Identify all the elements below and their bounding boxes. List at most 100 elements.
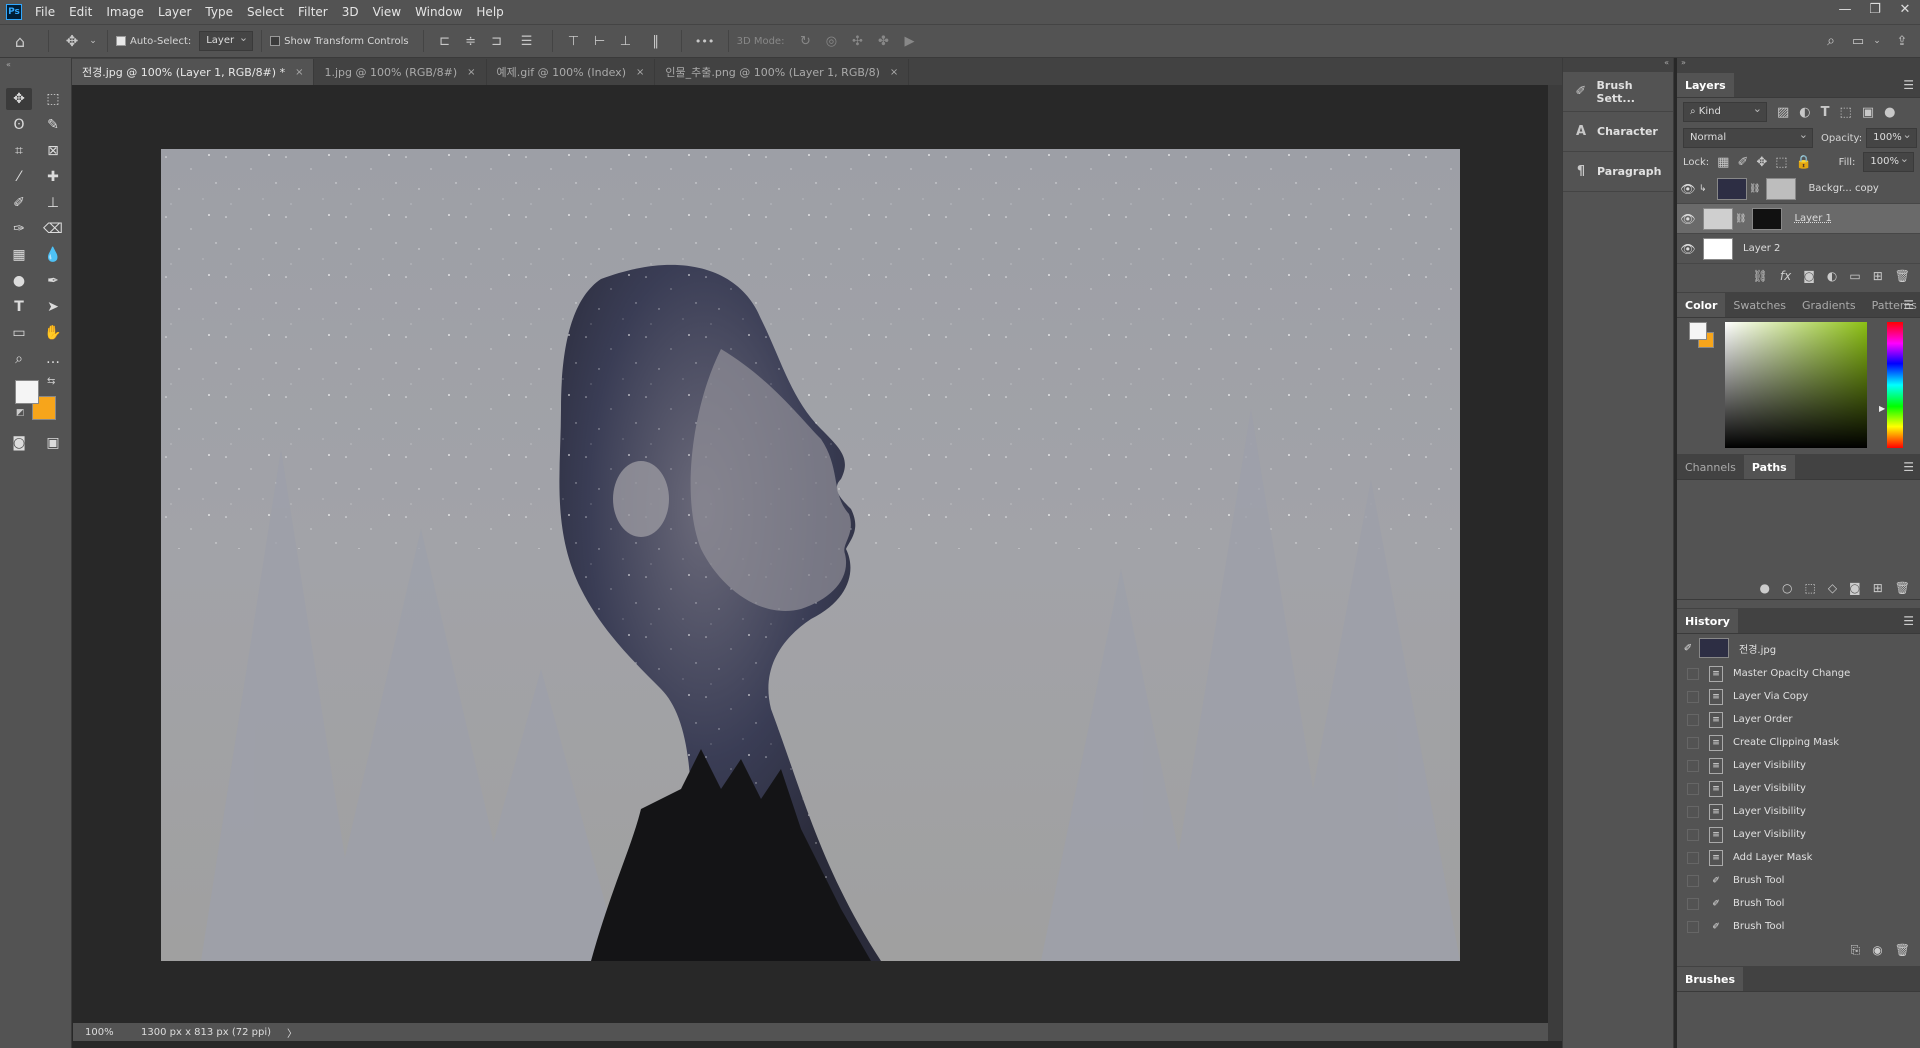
tab-brushes[interactable]: Brushes xyxy=(1677,967,1744,991)
layer-mask-thumbnail[interactable] xyxy=(1752,207,1783,230)
eye-icon[interactable]: 👁 xyxy=(1677,182,1699,196)
lock-position-icon[interactable]: ✥ xyxy=(1756,155,1767,170)
move-tool-preset-icon[interactable]: ✥ xyxy=(57,32,87,50)
history-source-box[interactable] xyxy=(1687,690,1699,703)
tab-gradients[interactable]: Gradients xyxy=(1794,293,1864,317)
new-group-icon[interactable]: ▭ xyxy=(1849,269,1860,283)
healing-brush-tool-icon[interactable]: ✚ xyxy=(40,166,66,188)
history-item[interactable]: ≡ Layer Visibility xyxy=(1677,800,1920,823)
edit-toolbar-icon[interactable]: … xyxy=(40,348,66,370)
quick-mask-icon[interactable]: ◙ xyxy=(6,432,32,454)
panel-menu-icon[interactable]: ☰ xyxy=(1903,298,1914,312)
menu-3d[interactable]: 3D xyxy=(335,5,366,19)
layer-row-selected[interactable]: 👁 ⛓ Layer 1 xyxy=(1677,204,1920,234)
blend-mode-dropdown[interactable]: Normal xyxy=(1683,126,1813,148)
align-right-icon[interactable]: ⊐ xyxy=(484,34,510,49)
fill-input[interactable]: 100% xyxy=(1863,150,1914,172)
auto-select-checkbox[interactable] xyxy=(116,36,126,46)
chevron-down-icon[interactable]: ⌄ xyxy=(87,36,99,46)
zoom-level[interactable]: 100% xyxy=(73,1027,133,1038)
history-source-box[interactable] xyxy=(1687,736,1699,749)
blur-tool-icon[interactable]: 💧 xyxy=(40,244,66,266)
eye-icon[interactable]: 👁 xyxy=(1677,212,1699,226)
align-bottom-icon[interactable]: ⊥ xyxy=(613,34,639,49)
delete-state-icon[interactable]: 🗑 xyxy=(1895,943,1910,957)
lock-all-icon[interactable]: 🔒 xyxy=(1796,155,1812,170)
history-item[interactable]: ✐ Brush Tool xyxy=(1677,869,1920,892)
history-source-box[interactable] xyxy=(1687,759,1699,772)
menu-select[interactable]: Select xyxy=(240,5,291,19)
history-item[interactable]: ✐ Brush Tool xyxy=(1677,915,1920,938)
history-item[interactable]: ≡ Layer Visibility xyxy=(1677,777,1920,800)
opacity-input[interactable]: 100% xyxy=(1866,126,1917,148)
align-left-icon[interactable]: ⊏ xyxy=(432,34,458,49)
hue-marker-icon[interactable]: ▶ xyxy=(1879,404,1885,413)
screen-mode-icon[interactable]: ▣ xyxy=(40,432,66,454)
history-snapshot[interactable]: ✐ 전경.jpg xyxy=(1677,634,1920,662)
layer-name[interactable]: Layer 1 xyxy=(1794,213,1831,224)
menu-layer[interactable]: Layer xyxy=(151,5,198,19)
link-layers-icon[interactable]: ⛓ xyxy=(1753,269,1768,283)
layer-name[interactable]: Backgr... copy xyxy=(1808,183,1878,194)
history-item[interactable]: ≡ Layer Order xyxy=(1677,708,1920,731)
show-transform-checkbox[interactable] xyxy=(270,36,281,46)
pen-tool-icon[interactable]: ✒ xyxy=(40,270,66,292)
restore-button[interactable]: ❐ xyxy=(1860,0,1890,20)
status-menu-arrow-icon[interactable]: 〉 xyxy=(287,1025,297,1040)
history-source-box[interactable] xyxy=(1687,713,1699,726)
layer-row[interactable]: 👁 Layer 2 xyxy=(1677,234,1920,264)
history-source-box[interactable] xyxy=(1687,920,1699,933)
menu-file[interactable]: File xyxy=(28,5,62,19)
auto-select-dropdown[interactable]: Layer xyxy=(199,29,254,51)
distribute-vertical-icon[interactable]: ‖ xyxy=(639,34,673,49)
panel-menu-icon[interactable]: ☰ xyxy=(1903,78,1914,92)
tab-layers[interactable]: Layers xyxy=(1677,73,1734,97)
adjustment-layer-icon[interactable]: ◐ xyxy=(1827,269,1837,283)
foreground-color-chip[interactable] xyxy=(1689,322,1707,340)
fill-path-icon[interactable]: ● xyxy=(1760,581,1770,595)
marquee-tool-icon[interactable]: ⬚ xyxy=(40,88,66,110)
more-options-icon[interactable]: ••• xyxy=(690,35,720,48)
close-icon[interactable]: × xyxy=(636,67,644,78)
rectangle-tool-icon[interactable]: ▭ xyxy=(6,322,32,344)
history-source-box[interactable] xyxy=(1687,782,1699,795)
filter-type-icon[interactable]: T xyxy=(1821,105,1830,120)
load-selection-icon[interactable]: ⬚ xyxy=(1804,581,1815,595)
layer-kind-dropdown[interactable]: ⌕ Kind xyxy=(1683,100,1767,122)
tab-document-2[interactable]: 1.jpg @ 100% (RGB/8#) × xyxy=(314,59,487,85)
eyedropper-tool-icon[interactable]: ⁄ xyxy=(6,166,32,188)
new-document-from-state-icon[interactable]: ⎘ xyxy=(1851,943,1861,958)
tab-paths[interactable]: Paths xyxy=(1743,455,1795,479)
document-canvas[interactable] xyxy=(161,149,1460,961)
gradient-tool-icon[interactable]: ▦ xyxy=(6,244,32,266)
new-layer-icon[interactable]: ⊞ xyxy=(1873,269,1883,283)
clone-stamp-tool-icon[interactable]: ⊥ xyxy=(40,192,66,214)
brush-settings-panel-button[interactable]: ✐ Brush Sett... xyxy=(1563,72,1673,112)
home-icon[interactable]: ⌂ xyxy=(0,32,40,51)
menu-image[interactable]: Image xyxy=(99,5,151,19)
history-source-box[interactable] xyxy=(1687,851,1699,864)
filter-shape-icon[interactable]: ⬚ xyxy=(1840,105,1852,120)
history-brush-tool-icon[interactable]: ✑ xyxy=(6,218,32,240)
close-window-button[interactable]: ✕ xyxy=(1890,0,1920,20)
close-icon[interactable]: × xyxy=(890,67,898,78)
tab-swatches[interactable]: Swatches xyxy=(1725,293,1794,317)
minimize-button[interactable]: — xyxy=(1830,0,1860,20)
close-icon[interactable]: × xyxy=(295,67,303,78)
tab-document-3[interactable]: 예제.gif @ 100% (Index) × xyxy=(486,59,656,85)
link-icon[interactable]: ⛓ xyxy=(1749,184,1760,194)
brush-tool-icon[interactable]: ✐ xyxy=(6,192,32,214)
make-work-path-icon[interactable]: ◇ xyxy=(1828,581,1837,595)
link-icon[interactable]: ⛓ xyxy=(1735,214,1746,224)
history-source-box[interactable] xyxy=(1687,897,1699,910)
crop-tool-icon[interactable]: ⌗ xyxy=(6,140,32,162)
lock-artboard-icon[interactable]: ⬚ xyxy=(1775,155,1787,170)
menu-help[interactable]: Help xyxy=(469,5,510,19)
filter-toggle-icon[interactable]: ● xyxy=(1884,105,1895,120)
lock-image-icon[interactable]: ✐ xyxy=(1737,155,1748,170)
foreground-color-swatch-top[interactable] xyxy=(15,380,39,404)
zoom-tool-icon[interactable]: ⌕ xyxy=(6,348,32,370)
move-tool-icon[interactable]: ✥ xyxy=(6,88,32,110)
history-item[interactable]: ≡ Master Opacity Change xyxy=(1677,662,1920,685)
eraser-tool-icon[interactable]: ⌫ xyxy=(40,218,66,240)
